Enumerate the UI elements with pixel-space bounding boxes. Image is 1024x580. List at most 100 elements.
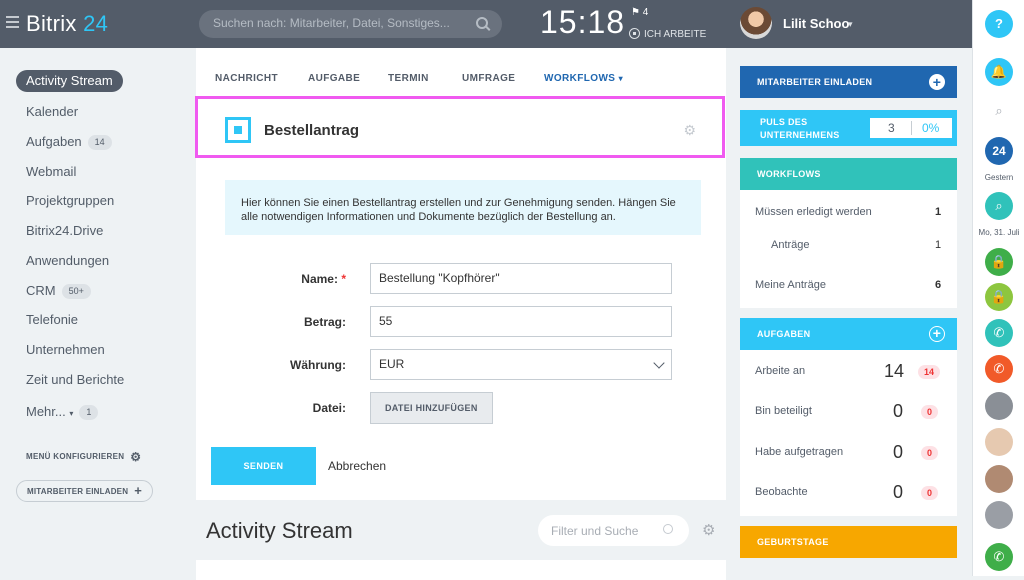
sidebar-item-drive[interactable]: Bitrix24.Drive — [16, 220, 103, 242]
task-row-label[interactable]: Arbeite an — [755, 365, 805, 377]
search-input[interactable] — [213, 16, 463, 30]
sidebar-item-label: Mehr... — [26, 404, 66, 419]
work-status[interactable]: ICH ARBEITE — [629, 28, 706, 40]
stream-filter-input[interactable]: Filter und Suche — [538, 515, 689, 546]
search-icon[interactable]: ⌕ — [985, 97, 1013, 125]
currency-label: Währung: — [290, 358, 346, 372]
bell-icon[interactable]: 🔔 — [985, 58, 1013, 86]
phone-icon[interactable]: ✆ — [985, 319, 1013, 347]
search-bar[interactable] — [199, 10, 502, 38]
tab-termin[interactable]: TERMIN — [388, 73, 429, 84]
counter-badge: 14 — [87, 135, 112, 150]
name-label-text: Name: — [301, 272, 338, 286]
sidebar-item-crm[interactable]: CRM 50+ — [16, 280, 91, 302]
task-counter-badge: 0 — [921, 405, 939, 419]
sidebar-item-aufgaben[interactable]: Aufgaben 14 — [16, 131, 112, 153]
search-icon[interactable] — [476, 17, 488, 29]
tab-aufgabe[interactable]: AUFGABE — [308, 73, 360, 84]
amount-field[interactable]: 55 — [370, 306, 672, 337]
task-row-label[interactable]: Bin beteiligt — [755, 405, 812, 417]
name-field[interactable]: Bestellung "Kopfhörer" — [370, 263, 672, 294]
sidebar-item-label: Projektgruppen — [26, 193, 115, 208]
stop-icon — [629, 28, 640, 39]
user-name[interactable]: Lilit Schoo — [783, 16, 849, 31]
sidebar-item-activity-stream[interactable]: Activity Stream — [16, 70, 123, 92]
avatar[interactable] — [985, 465, 1013, 493]
lock-icon[interactable]: 🔒 — [985, 283, 1013, 311]
task-counter-badge: 14 — [918, 365, 941, 379]
add-file-button[interactable]: DATEI HINZUFÜGEN — [370, 392, 493, 424]
task-counter-badge: 0 — [921, 486, 939, 500]
configure-menu-link[interactable]: MENÜ KONFIGURIEREN ⚙ — [26, 450, 141, 464]
sidebar-item-kalender[interactable]: Kalender — [16, 101, 78, 123]
sidebar-item-zeit-und-berichte[interactable]: Zeit und Berichte — [16, 369, 124, 391]
help-icon[interactable]: ? — [985, 10, 1013, 38]
sidebar-item-anwendungen[interactable]: Anwendungen — [16, 250, 109, 272]
gear-icon[interactable]: ⚙ — [683, 122, 696, 139]
filter-placeholder: Filter und Suche — [551, 524, 639, 538]
send-button[interactable]: SENDEN — [211, 447, 316, 485]
avatar[interactable] — [985, 501, 1013, 529]
currency-value: EUR — [379, 357, 405, 371]
task-row-value[interactable]: 0 — [893, 442, 903, 463]
avatar[interactable] — [985, 392, 1013, 420]
tab-workflows[interactable]: WORKFLOWS ▾ — [544, 73, 623, 84]
sidebar-item-webmail[interactable]: Webmail — [16, 161, 76, 183]
tasks-header[interactable]: AUFGABEN + — [740, 318, 957, 350]
chevron-down-icon: ▾ — [618, 74, 623, 83]
task-row-value[interactable]: 0 — [893, 482, 903, 503]
plus-icon[interactable]: + — [929, 326, 945, 342]
chevron-down-icon — [653, 357, 665, 369]
lock-icon[interactable]: 🔒 — [985, 248, 1013, 276]
clock[interactable]: 15:18 — [540, 4, 625, 41]
sidebar-item-projektgruppen[interactable]: Projektgruppen — [16, 190, 114, 212]
task-row-label[interactable]: Beobachte — [755, 486, 808, 498]
flag-count: 4 — [642, 7, 649, 18]
workflows-header[interactable]: WORKFLOWS — [740, 158, 957, 190]
workflow-row-label[interactable]: Meine Anträge — [755, 279, 826, 291]
birthdays-header[interactable]: GEBURTSTAGE — [740, 526, 957, 558]
avatar[interactable] — [985, 428, 1013, 456]
invite-employees-button[interactable]: MITARBEITER EINLADEN + — [16, 480, 153, 502]
workflow-row-label[interactable]: Müssen erledigt werden — [755, 206, 872, 218]
main-panel: NACHRICHT AUFGABE TERMIN UMFRAGE WORKFLO… — [195, 48, 726, 500]
sidebar-item-label: CRM — [26, 283, 56, 298]
workflow-row-value[interactable]: 1 — [935, 239, 941, 251]
workflow-icon — [225, 117, 251, 143]
divider — [911, 121, 912, 135]
cancel-link[interactable]: Abbrechen — [328, 459, 386, 473]
sidebar-item-telefonie[interactable]: Telefonie — [16, 309, 78, 331]
invite-header[interactable]: MITARBEITER EINLADEN + — [740, 66, 957, 98]
bitrix24-chat-icon[interactable]: 24 — [985, 137, 1013, 165]
workflow-row-value[interactable]: 1 — [935, 206, 941, 218]
workflow-row-value[interactable]: 6 — [935, 279, 941, 291]
currency-select[interactable]: EUR — [370, 349, 672, 380]
logo[interactable]: Bitrix 24 — [26, 11, 108, 37]
pulse-label: PULS DES UNTERNEHMENS — [760, 117, 840, 140]
hamburger-menu-icon[interactable] — [6, 16, 19, 31]
sidebar-item-mehr[interactable]: Mehr... ▾ 1 — [16, 401, 99, 423]
tab-umfrage[interactable]: UMFRAGE — [462, 73, 515, 84]
plus-icon[interactable]: + — [929, 74, 945, 90]
search-chat-icon[interactable]: ⌕ — [985, 192, 1013, 220]
chevron-down-icon: ▾ — [69, 409, 74, 418]
search-icon — [663, 524, 673, 534]
gear-icon[interactable]: ⚙ — [702, 521, 715, 539]
sidebar-item-label: Anwendungen — [26, 253, 110, 268]
invite-widget[interactable]: MITARBEITER EINLADEN + — [740, 66, 957, 98]
invite-title: MITARBEITER EINLADEN — [757, 77, 873, 87]
tab-nachricht[interactable]: NACHRICHT — [215, 73, 278, 84]
phone-icon[interactable]: ✆ — [985, 355, 1013, 383]
task-row-value[interactable]: 0 — [893, 401, 903, 422]
pulse-widget[interactable]: PULS DES UNTERNEHMENS 3 0% — [740, 110, 957, 146]
sidebar-item-unternehmen[interactable]: Unternehmen — [16, 339, 105, 361]
user-avatar[interactable] — [740, 7, 772, 39]
workflow-row-label[interactable]: Anträge — [771, 239, 810, 251]
flag-counter[interactable]: ⚑ 4 — [631, 7, 648, 18]
sidebar-item-label: Aufgaben — [26, 134, 82, 149]
task-row-value[interactable]: 14 — [884, 361, 904, 382]
chevron-down-icon[interactable]: ▾ — [848, 19, 853, 30]
sidebar-item-label: Kalender — [26, 104, 79, 119]
phone-icon[interactable]: ✆ — [985, 543, 1013, 571]
task-row-label[interactable]: Habe aufgetragen — [755, 446, 843, 458]
